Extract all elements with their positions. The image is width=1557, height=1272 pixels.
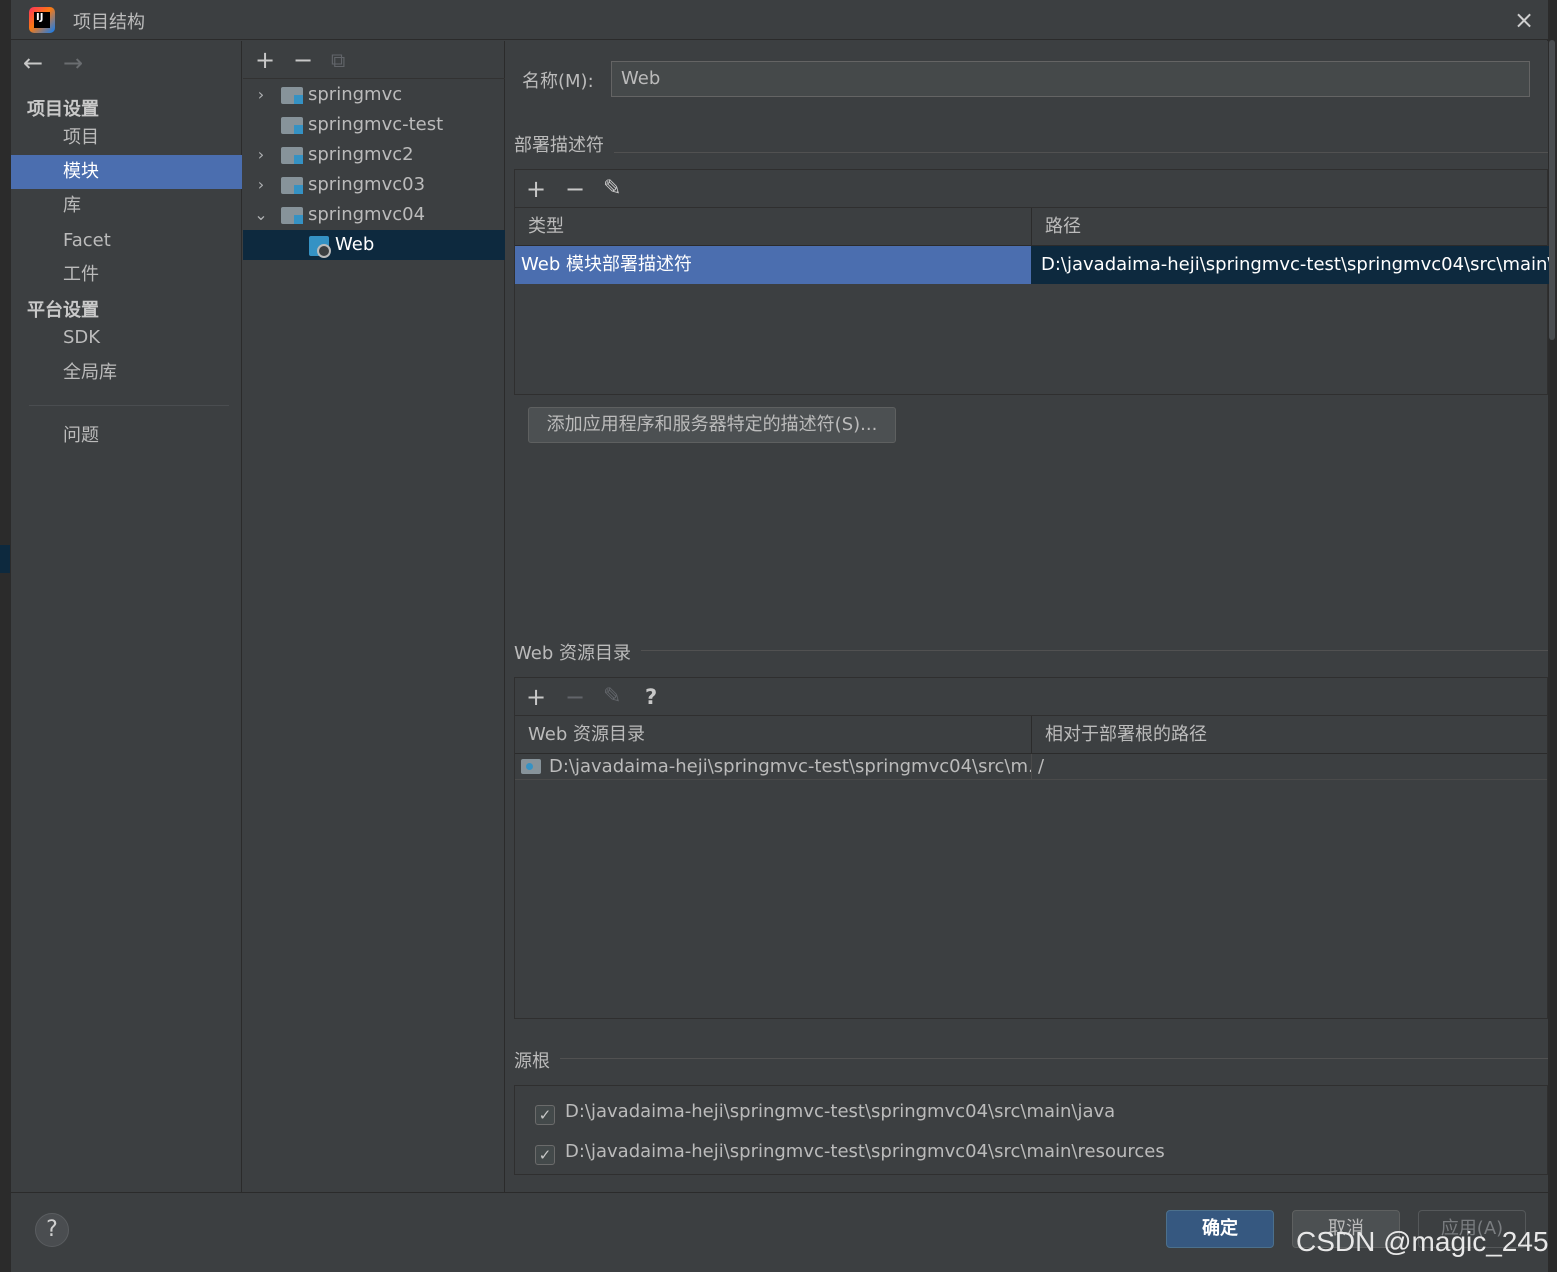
table-row[interactable]: D:\javadaima-heji\springmvc-test\springm… <box>515 754 1547 780</box>
source-root-row[interactable]: ✓ D:\javadaima-heji\springmvc-test\spring… <box>535 1100 1116 1125</box>
resources-toolbar: + − ✎ ? <box>515 678 1547 716</box>
nav-item-sdk[interactable]: SDK <box>11 321 242 355</box>
source-root-path: D:\javadaima-heji\springmvc-test\springm… <box>565 1101 1116 1122</box>
source-root-row[interactable]: ✓ D:\javadaima-heji\springmvc-test\spring… <box>535 1140 1165 1165</box>
chevron-right-icon[interactable]: › <box>253 80 269 110</box>
web-facet-editor: 名称(M): Web 部署描述符 + − ✎ 类型 路径 Web 模块部署描述符… <box>506 41 1549 1192</box>
forward-arrow-icon[interactable]: → <box>63 49 83 77</box>
source-root-checkbox[interactable]: ✓ <box>535 1145 555 1165</box>
nav-item-facets[interactable]: Facet <box>11 224 242 258</box>
module-folder-icon <box>281 177 303 194</box>
deploy-descriptors-title: 部署描述符 <box>514 131 614 157</box>
resources-table-header: Web 资源目录 相对于部署根的路径 <box>515 716 1547 754</box>
column-header-web-resource-dir[interactable]: Web 资源目录 <box>515 716 1032 754</box>
deploy-descriptors-panel: + − ✎ 类型 路径 Web 模块部署描述符 D:\javadaima-hej… <box>514 169 1549 395</box>
tree-toolbar: + − ⧉ <box>243 41 505 79</box>
column-header-type[interactable]: 类型 <box>515 208 1032 246</box>
add-icon[interactable]: + <box>526 177 546 201</box>
background-window-accent <box>0 545 10 573</box>
nav-item-global-libraries[interactable]: 全局库 <box>11 356 242 390</box>
help-icon[interactable]: ? <box>35 1213 69 1247</box>
table-row[interactable]: Web 模块部署描述符 D:\javadaima-heji\springmvc-… <box>515 246 1549 284</box>
project-structure-dialog: IJ 项目结构 × ← → 项目设置 项目 模块 库 Facet 工件 平台设置… <box>10 0 1549 1272</box>
csdn-watermark: CSDN @magic_245 <box>1296 1226 1549 1257</box>
tree-item-springmvc04[interactable]: ⌄ springmvc04 <box>243 200 505 230</box>
descriptor-path-cell: D:\javadaima-heji\springmvc-test\springm… <box>1031 246 1549 284</box>
module-folder-icon <box>281 117 303 134</box>
tree-item-springmvc[interactable]: › springmvc <box>243 80 505 110</box>
nav-item-libraries[interactable]: 库 <box>11 189 242 223</box>
chevron-down-icon[interactable]: ⌄ <box>253 200 269 230</box>
tree-item-web-facet[interactable]: Web <box>243 230 505 260</box>
nav-item-problems[interactable]: 问题 <box>11 419 242 453</box>
add-icon[interactable]: + <box>255 48 275 72</box>
module-tree-panel: + − ⧉ › springmvc springmvc-test › sprin… <box>243 41 505 1192</box>
tree-item-springmvc2[interactable]: › springmvc2 <box>243 140 505 170</box>
remove-icon[interactable]: − <box>565 177 585 201</box>
chevron-right-icon[interactable]: › <box>253 140 269 170</box>
resource-dir-text: D:\javadaima-heji\springmvc-test\springm… <box>549 756 1032 777</box>
tree-item-label: springmvc03 <box>308 174 426 195</box>
descriptor-type-cell: Web 模块部署描述符 <box>515 246 1031 284</box>
web-resources-title: Web 资源目录 <box>514 639 641 665</box>
tree-item-label: springmvc-test <box>308 114 444 135</box>
background-window-edge <box>0 0 10 1272</box>
help-icon[interactable]: ? <box>645 685 657 709</box>
ok-button[interactable]: 确定 <box>1166 1210 1274 1248</box>
add-server-descriptor-button[interactable]: 添加应用程序和服务器特定的描述符(S)... <box>528 407 896 443</box>
web-resource-folder-icon <box>521 759 541 774</box>
nav-item-project[interactable]: 项目 <box>11 121 242 155</box>
module-folder-icon <box>281 207 303 224</box>
nav-group-project-settings: 项目设置 <box>27 99 99 120</box>
add-icon[interactable]: + <box>526 685 546 709</box>
web-facet-icon <box>309 236 331 258</box>
nav-divider <box>29 405 229 406</box>
deploy-toolbar: + − ✎ <box>515 170 1547 208</box>
close-icon[interactable]: × <box>1509 5 1539 35</box>
column-header-relative-path[interactable]: 相对于部署根的路径 <box>1032 716 1549 754</box>
tree-item-springmvc-test[interactable]: springmvc-test <box>243 110 505 140</box>
name-label: 名称(M): <box>522 71 594 92</box>
source-roots-title: 源根 <box>514 1047 560 1073</box>
section-divider <box>514 1058 1548 1059</box>
nav-item-artifacts[interactable]: 工件 <box>11 258 242 292</box>
tree-item-label: Web <box>335 234 375 255</box>
chevron-right-icon[interactable]: › <box>253 170 269 200</box>
nav-group-platform-settings: 平台设置 <box>27 300 99 321</box>
settings-nav: ← → 项目设置 项目 模块 库 Facet 工件 平台设置 SDK 全局库 问… <box>11 41 242 1192</box>
resource-dir-cell: D:\javadaima-heji\springmvc-test\springm… <box>515 754 1032 779</box>
back-arrow-icon[interactable]: ← <box>23 49 43 77</box>
remove-icon[interactable]: − <box>293 48 313 72</box>
tree-item-label: springmvc2 <box>308 144 414 165</box>
nav-item-modules[interactable]: 模块 <box>11 155 242 189</box>
tree-item-label: springmvc04 <box>308 204 426 225</box>
window-title: 项目结构 <box>73 12 145 33</box>
title-bar: IJ 项目结构 × <box>11 0 1548 40</box>
section-divider <box>514 152 1548 153</box>
module-folder-icon <box>281 147 303 164</box>
module-folder-icon <box>281 87 303 104</box>
section-divider <box>514 650 1548 651</box>
relative-path-cell: / <box>1038 756 1045 777</box>
name-input[interactable]: Web <box>611 61 1530 97</box>
copy-icon[interactable]: ⧉ <box>331 48 345 72</box>
column-header-path[interactable]: 路径 <box>1032 208 1549 246</box>
edit-icon[interactable]: ✎ <box>603 685 621 709</box>
background-scrollbar[interactable] <box>1549 40 1555 340</box>
deploy-table-header: 类型 路径 <box>515 208 1547 246</box>
tree-item-springmvc03[interactable]: › springmvc03 <box>243 170 505 200</box>
web-resources-panel: + − ✎ ? Web 资源目录 相对于部署根的路径 D:\javadaima-… <box>514 677 1548 1019</box>
source-root-path: D:\javadaima-heji\springmvc-test\springm… <box>565 1141 1165 1162</box>
remove-icon[interactable]: − <box>565 685 585 709</box>
source-roots-panel: ✓ D:\javadaima-heji\springmvc-test\spring… <box>514 1085 1548 1175</box>
source-root-checkbox[interactable]: ✓ <box>535 1105 555 1125</box>
edit-icon[interactable]: ✎ <box>603 177 621 201</box>
tree-item-label: springmvc <box>308 84 403 105</box>
intellij-logo-icon: IJ <box>29 7 55 33</box>
